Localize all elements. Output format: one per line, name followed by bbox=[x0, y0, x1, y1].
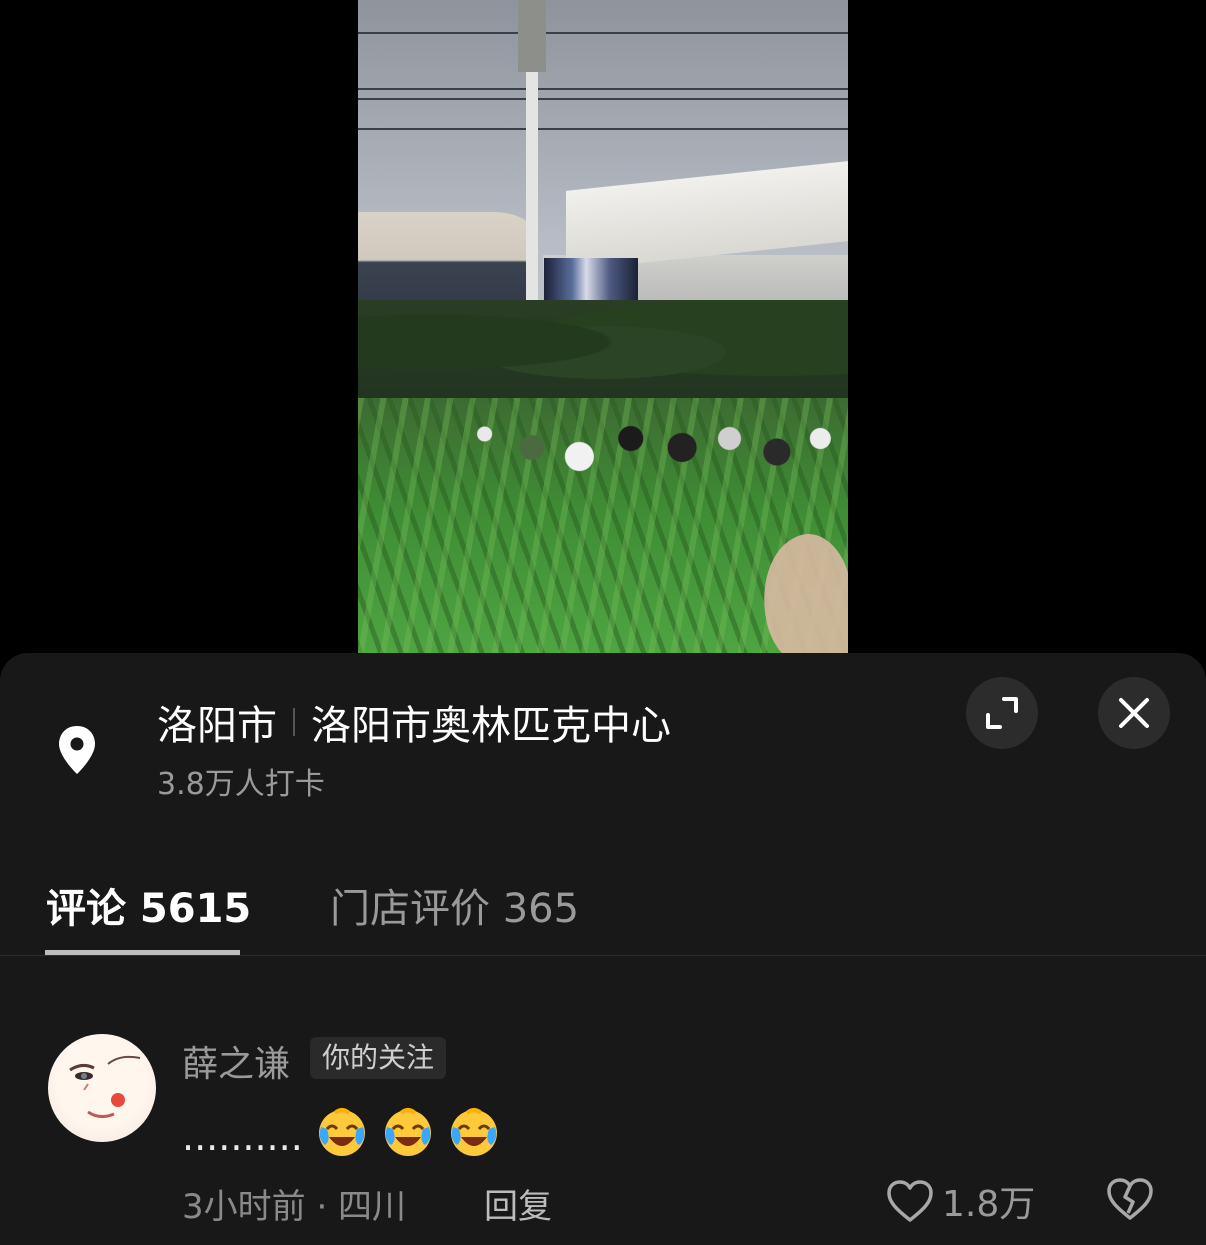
laughing-crying-emoji-icon bbox=[318, 1108, 365, 1156]
active-tab-indicator bbox=[45, 950, 240, 955]
comment-body: .......... bbox=[182, 1115, 303, 1159]
location-sheet: 洛阳市 洛阳市奥林匹克中心 3.8万人打卡 评论 5615 门店评价 365 薛… bbox=[0, 653, 1206, 1245]
avatar[interactable] bbox=[48, 1034, 156, 1142]
power-line bbox=[358, 88, 848, 90]
power-line bbox=[358, 98, 848, 100]
power-line bbox=[358, 128, 848, 130]
broken-heart-icon bbox=[1107, 1178, 1153, 1220]
close-icon bbox=[1119, 698, 1149, 728]
tab-store-reviews[interactable]: 门店评价 365 bbox=[330, 876, 579, 934]
location-pin-icon bbox=[59, 726, 95, 774]
crowd bbox=[453, 398, 848, 488]
comment-username[interactable]: 薛之谦 bbox=[182, 1035, 290, 1087]
laughing-crying-emoji-icon bbox=[384, 1108, 431, 1156]
reply-button[interactable]: 回复 bbox=[484, 1179, 552, 1228]
heart-icon bbox=[887, 1180, 933, 1222]
expand-button[interactable] bbox=[966, 677, 1038, 749]
venue-name: 洛阳市奥林匹克中心 bbox=[311, 703, 671, 749]
tab-comments[interactable]: 评论 5615 bbox=[46, 876, 251, 934]
location-title[interactable]: 洛阳市 洛阳市奥林匹克中心 bbox=[157, 693, 671, 751]
tab-bar: 评论 5615 门店评价 365 bbox=[0, 858, 1206, 956]
like-button[interactable]: 1.8万 bbox=[886, 1175, 1035, 1227]
checkin-count: 3.8万人打卡 bbox=[157, 767, 325, 802]
dislike-button[interactable] bbox=[1106, 1177, 1154, 1225]
tree-line bbox=[358, 300, 848, 405]
expand-icon bbox=[986, 697, 1018, 729]
like-count: 1.8万 bbox=[942, 1184, 1036, 1225]
laughing-crying-emoji-icon bbox=[450, 1108, 497, 1156]
comment-text: .......... bbox=[182, 1099, 501, 1159]
comment-meta: 3小时前 · 四川 bbox=[182, 1187, 407, 1227]
video-player[interactable] bbox=[358, 0, 848, 653]
close-button[interactable] bbox=[1098, 677, 1170, 749]
avatar-face bbox=[69, 1055, 141, 1119]
following-badge: 你的关注 bbox=[310, 1037, 447, 1079]
power-line bbox=[358, 32, 848, 34]
title-divider bbox=[293, 708, 295, 736]
light-pole-head bbox=[518, 0, 546, 72]
city-name: 洛阳市 bbox=[157, 703, 277, 749]
